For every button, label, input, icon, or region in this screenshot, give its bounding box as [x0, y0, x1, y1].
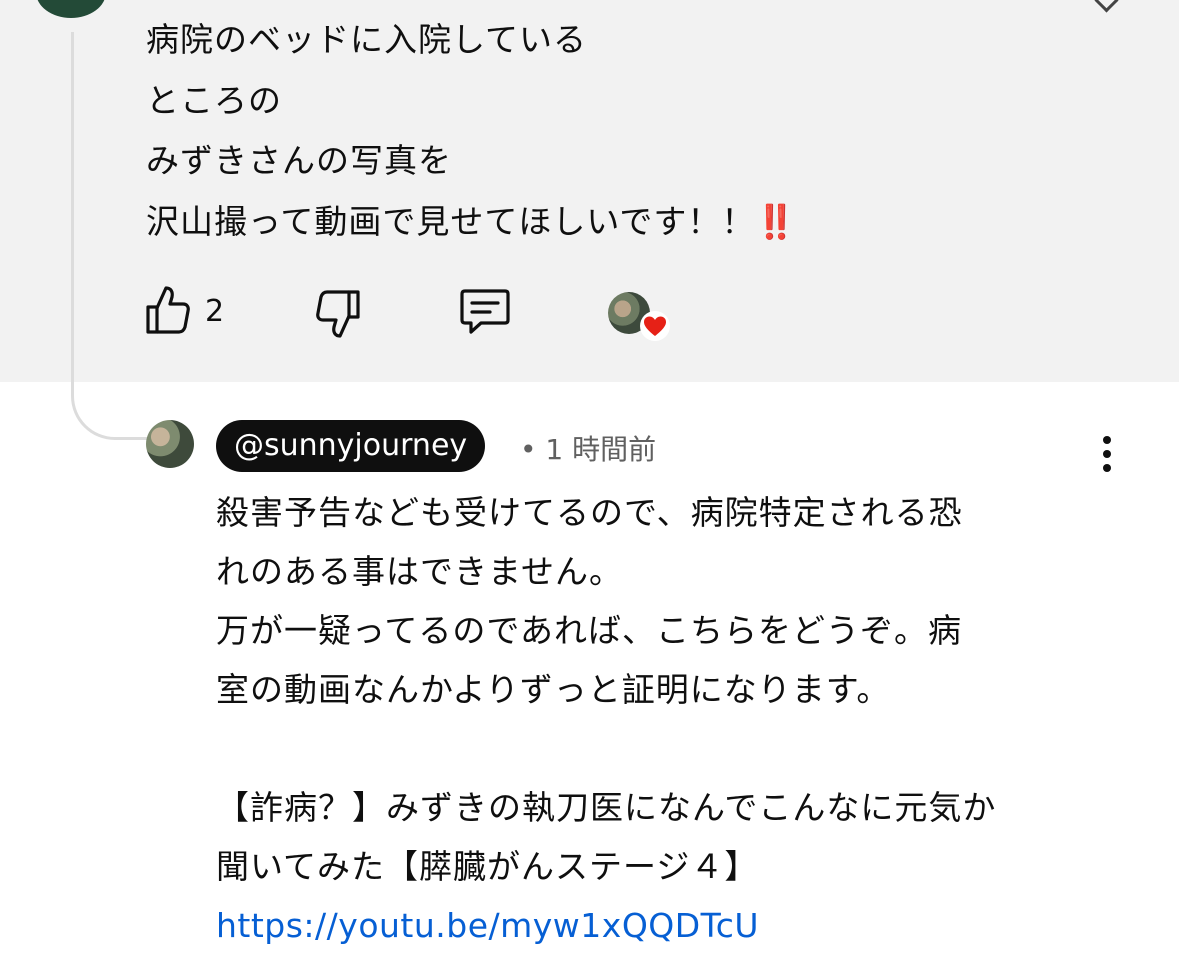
comment-line: 病院のベッドに入院している — [146, 20, 588, 59]
comment-line: 沢山撮って動画で見せてほしいです！！‼️ — [146, 192, 796, 253]
comment-line: みずきさんの写真を — [146, 141, 452, 180]
reply-comment-text: 殺害予告なども受けてるので、病院特定される恐 れのある事はできません。 万が一疑… — [216, 483, 1096, 955]
reply-avatar[interactable] — [146, 420, 194, 468]
thumbs-down-icon[interactable] — [315, 288, 361, 340]
like-count: 2 — [205, 294, 225, 329]
comment-icon[interactable] — [459, 288, 511, 336]
video-link[interactable]: https://youtu.be/myw1xQQDTcU — [216, 906, 759, 945]
parent-comment-text: 病院のベッドに入院している ところの みずきさんの写真を 沢山撮って動画で見せて… — [146, 10, 796, 253]
comment-line: 殺害予告なども受けてるので、病院特定される恐 — [216, 493, 963, 532]
parent-comment: 病院のベッドに入院している ところの みずきさんの写真を 沢山撮って動画で見せて… — [0, 0, 1179, 382]
comment-line: れのある事はできません。 — [216, 552, 624, 591]
more-vert-icon[interactable] — [1100, 436, 1114, 476]
comment-action-bar: 2 — [145, 284, 705, 341]
reply-author-handle[interactable]: @sunnyjourney — [216, 420, 486, 472]
double-exclamation-emoji: ‼️ — [755, 201, 796, 241]
comment-line: 聞いてみた【膵臓がんステージ４】 — [216, 847, 759, 886]
thumbs-up-icon[interactable] — [145, 284, 191, 336]
reply-timestamp: • 1 時間前 — [520, 433, 657, 466]
comment-line-text: 沢山撮って動画で見せてほしいです！！ — [146, 201, 756, 241]
comment-line: 【詐病？】みずきの執刀医になんでこんなに元気か — [216, 788, 997, 827]
thread-connector — [71, 32, 151, 440]
parent-avatar[interactable] — [36, 0, 106, 18]
comment-line: ところの — [146, 80, 282, 120]
comment-line: 室の動画なんかよりずっと証明になります。 — [216, 670, 891, 709]
heart-icon — [640, 311, 670, 341]
chevron-down-icon[interactable] — [1094, 0, 1119, 13]
comment-line: 万が一疑ってるのであれば、こちらをどうぞ。病 — [216, 611, 963, 650]
